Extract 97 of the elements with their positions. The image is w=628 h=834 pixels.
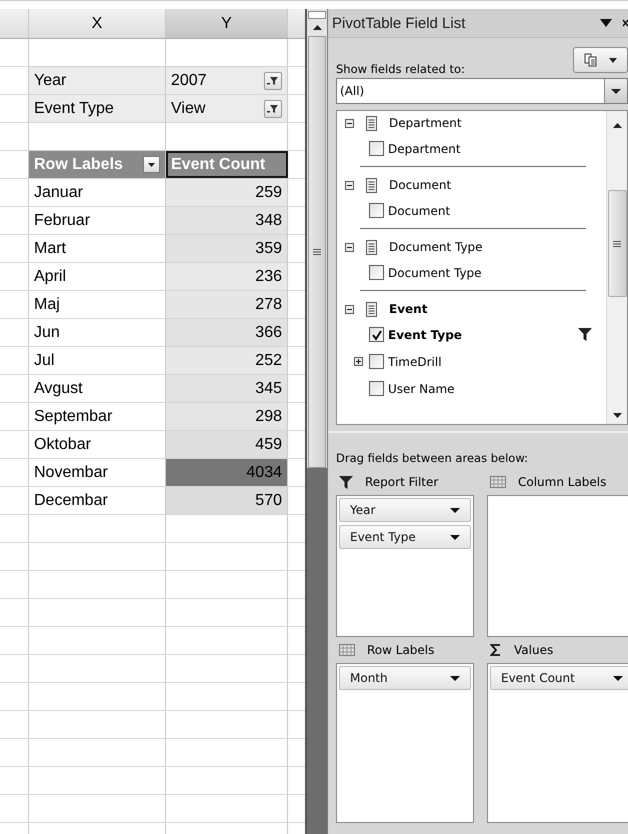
table-cell: 278 (166, 291, 288, 318)
sigma-icon (490, 644, 502, 656)
field-name[interactable]: Document Type (388, 266, 482, 280)
field-group[interactable]: Department (389, 116, 462, 130)
checkbox[interactable] (369, 203, 384, 218)
month-label: Oktobar (34, 436, 91, 454)
arrow-up-icon[interactable] (312, 25, 322, 30)
arrow-down-icon[interactable] (612, 413, 622, 418)
field-group[interactable]: Document Type (389, 240, 483, 254)
area-title: Column Labels (518, 475, 606, 489)
row-labels-header: Row Labels (34, 156, 123, 174)
drop-area[interactable] (487, 495, 628, 637)
table-icon (366, 302, 377, 316)
table-icon (366, 178, 377, 192)
drag-hint: Drag fields between areas below: (336, 451, 529, 465)
month-label: Jul (34, 352, 54, 370)
field-chip[interactable]: Month (339, 666, 471, 690)
event-count-header: Event Count (171, 156, 266, 174)
area-title: Row Labels (367, 643, 434, 657)
field-chip[interactable]: Year (339, 498, 471, 522)
caret-icon (450, 508, 460, 512)
caret-icon (611, 88, 621, 94)
caret-icon (613, 676, 623, 680)
caret-icon (609, 58, 618, 62)
filter-icon[interactable] (264, 100, 282, 118)
drop-area[interactable]: Event Count (487, 663, 628, 823)
drop-area[interactable]: Year Event Type (336, 495, 474, 637)
arrow-up-icon[interactable] (612, 123, 622, 128)
table-cell: 4034 (166, 459, 288, 486)
checkbox[interactable] (369, 381, 384, 396)
table-cell: 348 (166, 207, 288, 234)
grip-icon[interactable] (613, 240, 621, 246)
table-cell: 345 (166, 375, 288, 402)
filter-label: Event Type (34, 100, 114, 118)
month-label: Februar (34, 212, 90, 230)
month-label: Januar (34, 184, 83, 202)
panel-title: PivotTable Field List (332, 14, 466, 32)
funnel-icon (339, 476, 353, 488)
field-chip[interactable]: Event Count (490, 666, 628, 690)
caret-icon (450, 534, 460, 540)
drop-area[interactable]: Month (336, 663, 474, 823)
month-label: Maj (34, 296, 60, 314)
month-label: April (34, 268, 66, 286)
dropdown-button[interactable] (143, 156, 160, 173)
table-icon (366, 240, 377, 254)
checkbox[interactable] (369, 354, 384, 369)
filter-icon[interactable] (264, 72, 282, 90)
month-label: Septembar (34, 408, 112, 426)
table-cell: 236 (166, 263, 288, 290)
field-chip[interactable]: Event Type (339, 525, 471, 549)
table-cell: 359 (166, 235, 288, 262)
collapse-icon[interactable] (345, 180, 354, 190)
area-title: Report Filter (365, 475, 438, 489)
month-label: Avgust (34, 380, 83, 398)
table-cell: 252 (166, 347, 288, 374)
table-cell: 298 (166, 403, 288, 430)
show-fields-label: Show fields related to: (336, 62, 465, 78)
filter-label: Year (34, 72, 66, 90)
field-name[interactable]: User Name (388, 382, 455, 396)
month-label: Jun (34, 324, 60, 342)
field-group[interactable]: Event (389, 302, 428, 316)
collapse-icon[interactable] (345, 118, 354, 128)
grid-icon (339, 644, 355, 656)
month-label: Decembar (34, 492, 108, 510)
month-label: Novembar (34, 464, 108, 482)
collapse-icon[interactable] (345, 242, 354, 252)
split-handle[interactable] (308, 11, 326, 19)
checkbox[interactable] (369, 141, 384, 156)
grip-icon[interactable] (313, 249, 321, 255)
related-dropdown[interactable]: (All) (336, 78, 628, 104)
table-cell: 570 (166, 487, 288, 514)
layout-button[interactable] (573, 47, 628, 73)
caret-icon (450, 676, 460, 680)
filter-value: View (171, 100, 206, 118)
table-icon (366, 116, 377, 130)
caret-icon (148, 162, 155, 166)
field-name[interactable]: Event Type (388, 328, 462, 342)
scrollbar[interactable] (305, 9, 328, 834)
table-cell: 459 (166, 431, 288, 458)
close-icon[interactable] (622, 18, 628, 28)
expand-icon[interactable] (354, 357, 362, 366)
checkbox[interactable] (369, 327, 384, 342)
dropdown-icon[interactable] (600, 19, 612, 27)
field-name[interactable]: Department (388, 142, 461, 156)
area-title: Values (514, 643, 554, 657)
column-header[interactable]: Y (166, 9, 288, 38)
grid-icon (490, 476, 506, 488)
documents-icon (584, 53, 598, 67)
table-cell: 259 (166, 179, 288, 206)
field-name[interactable]: Document (388, 204, 450, 218)
table-cell: 366 (166, 319, 288, 346)
filter-value: 2007 (171, 72, 207, 90)
field-name[interactable]: TimeDrill (388, 354, 442, 368)
checkbox[interactable] (369, 265, 384, 280)
month-label: Mart (34, 240, 66, 258)
field-group[interactable]: Document (389, 178, 452, 192)
collapse-icon[interactable] (345, 304, 354, 314)
